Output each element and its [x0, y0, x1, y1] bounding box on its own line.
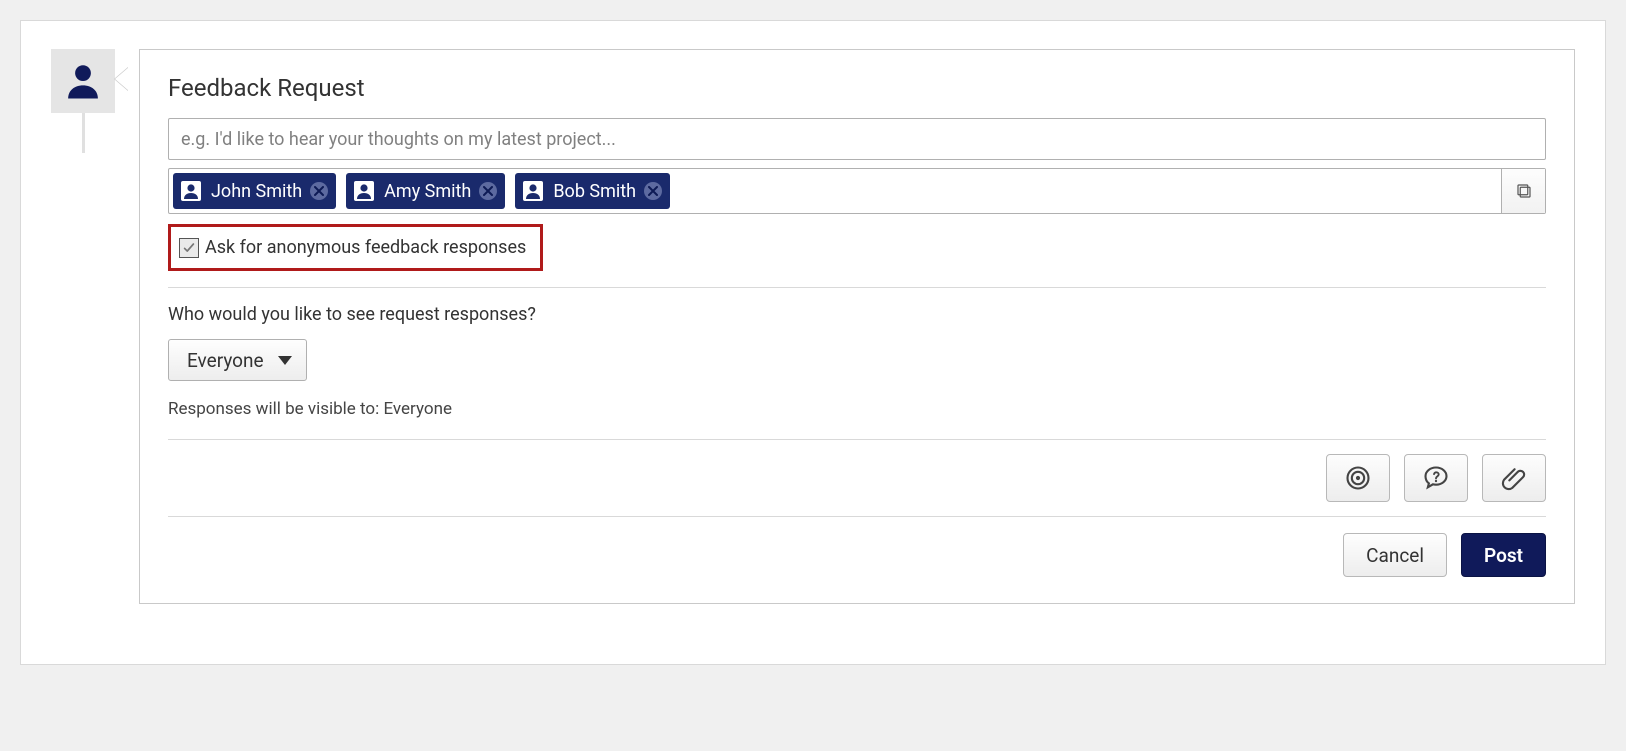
person-icon — [62, 60, 104, 102]
chevron-down-icon — [278, 356, 292, 365]
anonymous-label: Ask for anonymous feedback responses — [205, 237, 526, 258]
open-people-picker-button[interactable] — [1501, 169, 1545, 213]
remove-recipient-button[interactable] — [310, 182, 328, 200]
recipient-chip[interactable]: Bob Smith — [515, 173, 670, 209]
remove-recipient-button[interactable] — [644, 182, 662, 200]
remove-recipient-button[interactable] — [479, 182, 497, 200]
feedback-form: Feedback Request John Smith — [139, 49, 1575, 604]
visibility-section: Who would you like to see request respon… — [168, 304, 1546, 419]
recipient-chip[interactable]: John Smith — [173, 173, 336, 209]
recipient-name: Amy Smith — [384, 181, 471, 202]
post-button[interactable]: Post — [1461, 533, 1546, 577]
person-icon — [521, 179, 545, 203]
visibility-note: Responses will be visible to: Everyone — [168, 399, 1546, 419]
action-row: Cancel Post — [168, 516, 1546, 577]
recipients-field[interactable]: John Smith Amy Smith — [168, 168, 1546, 214]
target-icon — [1344, 464, 1372, 492]
feedback-panel: Feedback Request John Smith — [20, 20, 1606, 665]
close-icon — [314, 186, 324, 196]
visibility-selected-label: Everyone — [187, 349, 264, 372]
check-icon — [182, 241, 196, 255]
recipient-chip[interactable]: Amy Smith — [346, 173, 505, 209]
people-picker-icon — [1515, 182, 1533, 200]
paperclip-icon — [1500, 464, 1528, 492]
avatar-column — [51, 49, 117, 113]
feedback-message-input[interactable] — [168, 118, 1546, 160]
section-divider — [168, 287, 1546, 288]
avatar — [51, 49, 115, 113]
anonymous-checkbox-row: Ask for anonymous feedback responses — [168, 224, 543, 271]
cancel-button[interactable]: Cancel — [1343, 533, 1447, 577]
attach-file-button[interactable] — [1482, 454, 1546, 502]
close-icon — [648, 186, 658, 196]
question-bubble-icon — [1422, 464, 1450, 492]
close-icon — [483, 186, 493, 196]
add-question-button[interactable] — [1404, 454, 1468, 502]
recipient-name: Bob Smith — [553, 181, 636, 202]
visibility-select[interactable]: Everyone — [168, 339, 307, 381]
timeline-line — [82, 113, 85, 153]
anonymous-checkbox[interactable] — [179, 238, 199, 258]
recipient-name: John Smith — [211, 181, 302, 202]
person-icon — [352, 179, 376, 203]
form-title: Feedback Request — [168, 74, 1546, 102]
recipient-chips: John Smith Amy Smith — [169, 169, 1501, 213]
visibility-question: Who would you like to see request respon… — [168, 304, 1546, 325]
attachment-button-row — [168, 439, 1546, 502]
speech-tail — [115, 67, 129, 91]
person-icon — [179, 179, 203, 203]
add-target-button[interactable] — [1326, 454, 1390, 502]
